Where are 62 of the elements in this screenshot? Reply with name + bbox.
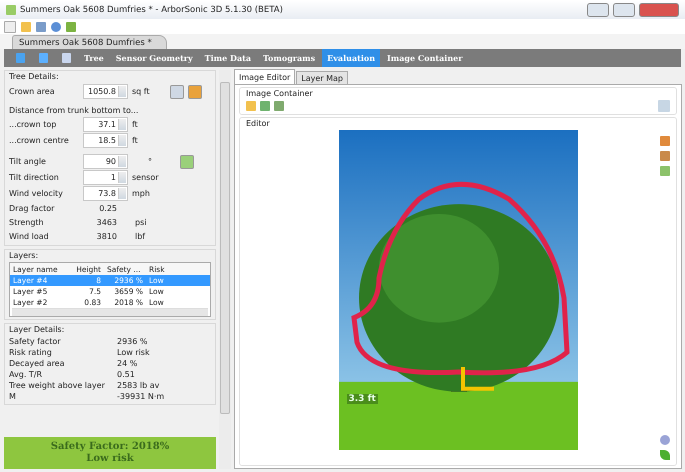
horizontal-scrollbar[interactable] bbox=[12, 308, 208, 316]
unit-label: ft bbox=[132, 136, 139, 145]
editor-tab[interactable]: Layer Map bbox=[296, 71, 348, 84]
detail-label: Risk rating bbox=[9, 348, 53, 357]
field-label: Wind load bbox=[9, 232, 50, 241]
spin-field[interactable]: 1 bbox=[83, 170, 128, 185]
detail-value: 2583 lb av bbox=[117, 381, 160, 390]
detail-label: Tree weight above layer bbox=[9, 381, 106, 390]
unit-label: ft bbox=[132, 120, 139, 129]
value-text: 3810 bbox=[96, 232, 117, 241]
spin-field[interactable]: 73.8 bbox=[83, 186, 128, 201]
spin-field[interactable]: 37.1 bbox=[83, 117, 128, 132]
group-title: Editor bbox=[246, 119, 271, 128]
group-title: Image Container bbox=[246, 89, 314, 98]
detail-value: 2936 % bbox=[117, 337, 149, 346]
unit-label: lbf bbox=[135, 232, 146, 241]
field-label: Crown area bbox=[9, 87, 56, 96]
unit-label: psi bbox=[135, 218, 146, 227]
window-title: Summers Oak 5608 Dumfries * - ArborSonic 3D 5.1.30 (BETA) bbox=[20, 4, 284, 14]
unit-label: sensor bbox=[132, 173, 158, 182]
nav-tab[interactable]: Sensor Geometry bbox=[110, 49, 198, 67]
document-tab[interactable]: Summers Oak 5608 Dumfries * bbox=[12, 35, 167, 49]
nav-tab[interactable]: Image Container bbox=[382, 49, 468, 67]
group-title: Layers: bbox=[9, 251, 40, 260]
group-title: Tree Details: bbox=[9, 72, 60, 81]
maximize-button[interactable] bbox=[613, 2, 635, 16]
spin-field[interactable]: 1050.8 bbox=[83, 84, 128, 99]
value-text: 0.25 bbox=[98, 204, 117, 213]
group-title: Layer Details: bbox=[9, 325, 66, 334]
nav-tab[interactable]: Time Data bbox=[200, 49, 256, 67]
measurement-label: 3.3 ft bbox=[346, 394, 378, 404]
detail-value: 0.51 bbox=[117, 370, 136, 379]
field-label: ...crown top bbox=[9, 120, 58, 129]
field-label: Wind velocity bbox=[9, 189, 64, 198]
unit-label: sq ft bbox=[132, 87, 151, 96]
section-label: Distance from trunk bottom to... bbox=[9, 106, 138, 114]
detail-value: 24 % bbox=[117, 359, 138, 368]
unit-label: mph bbox=[132, 189, 151, 198]
detail-label: Decayed area bbox=[9, 359, 66, 368]
nav-tab[interactable]: Tree bbox=[79, 49, 109, 67]
vertical-scrollbar[interactable] bbox=[219, 70, 231, 469]
detail-label: Safety factor bbox=[9, 337, 62, 346]
field-label: Strength bbox=[9, 218, 45, 227]
detail-value: -39931 N·m bbox=[117, 392, 166, 401]
nav-tab[interactable]: Tomograms bbox=[258, 49, 320, 67]
spin-field[interactable]: 90 bbox=[83, 154, 128, 169]
field-label: Tilt angle bbox=[9, 157, 47, 166]
detail-value: Low risk bbox=[117, 348, 151, 357]
unit-label: ° bbox=[147, 157, 153, 166]
detail-label: M bbox=[9, 392, 17, 401]
close-button[interactable] bbox=[639, 2, 679, 16]
field-label: Tilt direction bbox=[9, 173, 60, 182]
editor-tab[interactable]: Image Editor bbox=[234, 69, 296, 84]
spin-field[interactable]: 18.5 bbox=[83, 133, 128, 148]
safety-factor-text: Safety Factor: 2018% bbox=[50, 441, 170, 453]
field-label: ...crown centre bbox=[9, 136, 70, 145]
value-text: 3463 bbox=[96, 218, 117, 227]
leaf-icon[interactable] bbox=[660, 450, 670, 460]
risk-text: Low risk bbox=[86, 453, 134, 465]
field-label: Drag factor bbox=[9, 204, 56, 213]
detail-label: Avg. T/R bbox=[9, 370, 44, 379]
minimize-button[interactable] bbox=[587, 2, 609, 16]
